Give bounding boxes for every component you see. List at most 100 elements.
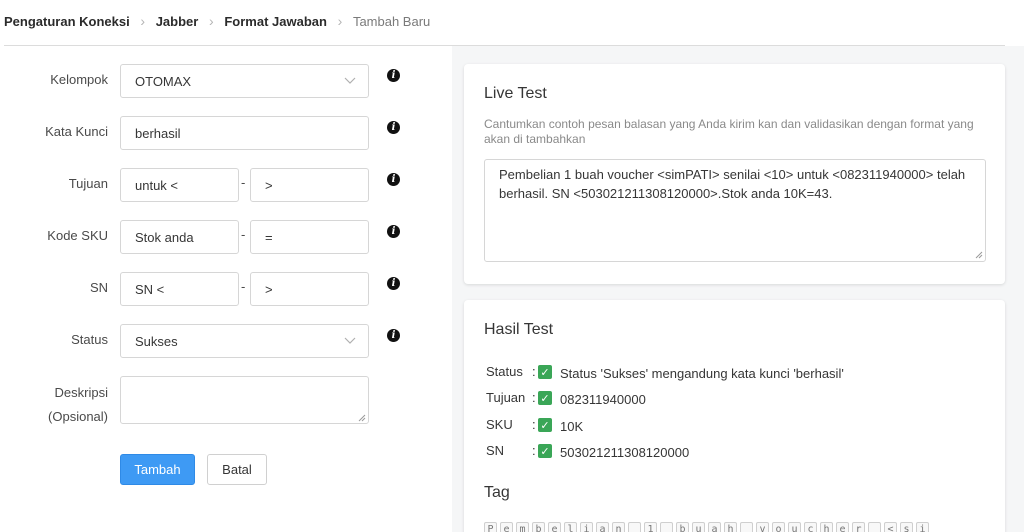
result-colon: : xyxy=(532,390,536,405)
result-colon: : xyxy=(532,443,536,458)
tag-chip[interactable]: u xyxy=(788,522,801,532)
live-test-message-textarea[interactable]: Pembelian 1 buah voucher <simPATI> senil… xyxy=(484,159,986,262)
batal-button[interactable]: Batal xyxy=(207,454,267,485)
tag-chip[interactable]: e xyxy=(836,522,849,532)
tag-chip[interactable] xyxy=(868,522,881,532)
chevron-right-icon: › xyxy=(140,13,146,29)
tag-chip[interactable]: a xyxy=(596,522,609,532)
status-select[interactable]: Sukses xyxy=(120,324,369,358)
result-value: 082311940000 xyxy=(560,392,646,407)
tag-chip[interactable]: P xyxy=(484,522,497,532)
check-icon: ✓ xyxy=(538,418,552,432)
hasil-test-title: Hasil Test xyxy=(484,321,554,338)
kode-sku-label: Kode SKU xyxy=(47,228,108,243)
form-panel: Kelompok OTOMAX i Kata Kunci berhasil i … xyxy=(0,46,452,532)
tag-chip[interactable]: i xyxy=(580,522,593,532)
tujuan-end-input[interactable]: > xyxy=(250,168,369,202)
result-value: 10K xyxy=(560,419,584,434)
breadcrumb-jabber[interactable]: Jabber xyxy=(156,14,199,29)
kata-kunci-input[interactable]: berhasil xyxy=(120,116,369,150)
result-colon: : xyxy=(532,417,536,432)
info-icon[interactable]: i xyxy=(387,69,400,82)
live-test-hint: Cantumkan contoh pesan balasan yang Anda… xyxy=(484,117,974,146)
range-separator: - xyxy=(241,279,246,294)
status-value: Sukses xyxy=(135,333,178,349)
sn-end-input[interactable]: > xyxy=(250,272,369,306)
info-icon[interactable]: i xyxy=(387,329,400,342)
resize-handle-icon[interactable] xyxy=(358,414,366,422)
breadcrumb-format-jawaban[interactable]: Format Jawaban xyxy=(224,14,327,29)
tag-chip[interactable] xyxy=(628,522,641,532)
tag-chip[interactable]: i xyxy=(916,522,929,532)
info-icon[interactable]: i xyxy=(387,225,400,238)
info-icon[interactable]: i xyxy=(387,173,400,186)
tag-chip[interactable]: e xyxy=(500,522,513,532)
resize-handle-icon[interactable] xyxy=(975,251,983,259)
tag-chip[interactable]: b xyxy=(532,522,545,532)
tag-chip[interactable] xyxy=(740,522,753,532)
tag-chip[interactable]: s xyxy=(900,522,913,532)
range-separator: - xyxy=(241,227,246,242)
tag-chip[interactable] xyxy=(660,522,673,532)
result-key: SKU xyxy=(486,417,513,432)
info-icon[interactable]: i xyxy=(387,277,400,290)
tag-list: Pembelian 1 buah voucher < s i xyxy=(484,522,929,532)
live-test-card: Live Test Cantumkan contoh pesan balasan… xyxy=(464,64,1005,284)
tag-chip[interactable]: n xyxy=(612,522,625,532)
result-key: SN xyxy=(486,443,505,458)
result-colon: : xyxy=(532,364,536,379)
tujuan-row: Tujuan untuk < - > i xyxy=(0,168,452,202)
tag-chip[interactable]: b xyxy=(676,522,689,532)
check-icon: ✓ xyxy=(538,444,552,458)
chevron-right-icon: › xyxy=(337,13,343,29)
kode-sku-start-input[interactable]: Stok anda xyxy=(120,220,239,254)
tag-chip[interactable]: c xyxy=(804,522,817,532)
tag-chip[interactable]: o xyxy=(772,522,785,532)
deskripsi-label: Deskripsi (Opsional) xyxy=(48,381,108,429)
breadcrumb-pengaturan-koneksi[interactable]: Pengaturan Koneksi xyxy=(4,14,130,29)
tujuan-label: Tujuan xyxy=(68,176,108,191)
result-key: Tujuan xyxy=(486,390,526,405)
sn-row: SN SN < - > i xyxy=(0,272,452,306)
kata-kunci-row: Kata Kunci berhasil i xyxy=(0,116,452,150)
breadcrumb-tambah-baru: Tambah Baru xyxy=(352,13,431,29)
range-separator: - xyxy=(241,175,246,190)
tag-chip[interactable]: 1 xyxy=(644,522,657,532)
breadcrumb: Pengaturan Koneksi › Jabber › Format Jaw… xyxy=(4,11,430,31)
chevron-down-icon xyxy=(344,77,356,84)
sn-label: SN xyxy=(89,280,108,295)
kelompok-label: Kelompok xyxy=(50,72,108,87)
top-bar: Pengaturan Koneksi › Jabber › Format Jaw… xyxy=(0,0,1024,46)
tag-chip[interactable]: h xyxy=(820,522,833,532)
check-icon: ✓ xyxy=(538,391,552,405)
tag-chip[interactable]: e xyxy=(548,522,561,532)
kelompok-value: OTOMAX xyxy=(135,73,192,89)
tambah-button[interactable]: Tambah xyxy=(120,454,195,485)
tag-chip[interactable]: r xyxy=(852,522,865,532)
sn-start-input[interactable]: SN < xyxy=(120,272,239,306)
deskripsi-textarea[interactable] xyxy=(120,376,369,424)
check-icon: ✓ xyxy=(538,365,552,379)
hasil-test-card: Hasil Test Status : ✓ Status 'Sukses' me… xyxy=(464,300,1005,532)
tag-chip[interactable]: v xyxy=(756,522,769,532)
kelompok-select[interactable]: OTOMAX xyxy=(120,64,369,98)
tag-chip[interactable]: m xyxy=(516,522,529,532)
info-icon[interactable]: i xyxy=(387,121,400,134)
status-row: Status Sukses i xyxy=(0,324,452,358)
tag-chip[interactable]: < xyxy=(884,522,897,532)
tag-chip[interactable]: l xyxy=(564,522,577,532)
tag-chip[interactable]: u xyxy=(692,522,705,532)
tag-chip[interactable]: h xyxy=(724,522,737,532)
deskripsi-label-line1: Deskripsi xyxy=(54,385,108,400)
kode-sku-end-input[interactable]: = xyxy=(250,220,369,254)
chevron-down-icon xyxy=(344,337,356,344)
tujuan-start-input[interactable]: untuk < xyxy=(120,168,239,202)
tag-title: Tag xyxy=(484,484,510,501)
result-key: Status xyxy=(486,364,523,379)
kode-sku-row: Kode SKU Stok anda - = i xyxy=(0,220,452,254)
kelompok-row: Kelompok OTOMAX i xyxy=(0,64,452,98)
status-label: Status xyxy=(71,332,108,347)
result-value: Status 'Sukses' mengandung kata kunci 'b… xyxy=(560,366,844,381)
tag-chip[interactable]: a xyxy=(708,522,721,532)
chevron-right-icon: › xyxy=(209,13,214,29)
